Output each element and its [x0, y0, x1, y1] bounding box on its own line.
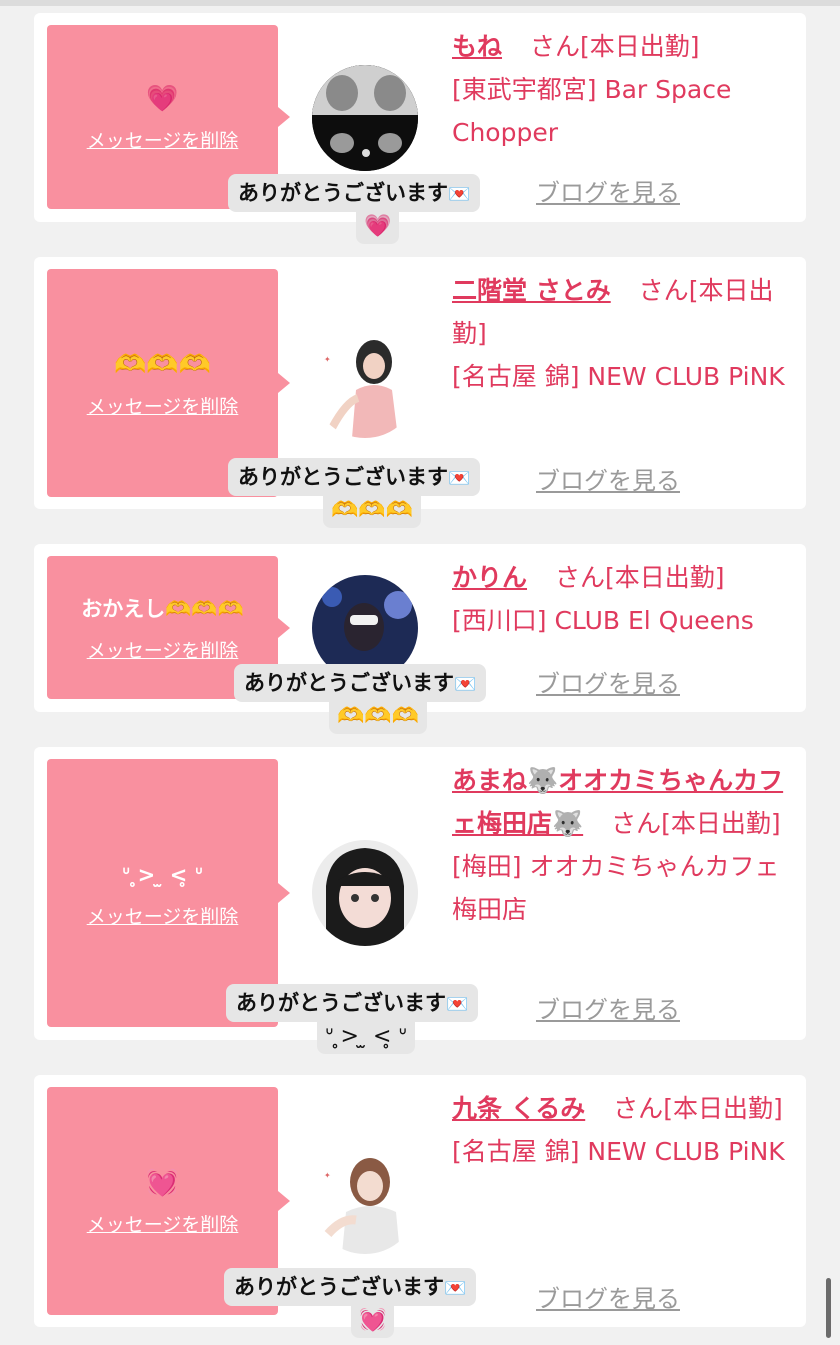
cast-info: 二階堂 さとみ さん[本日出勤] [名古屋 錦] NEW CLUB PiNK — [452, 269, 787, 398]
reply-text: ありがとうございます — [244, 671, 454, 695]
san-label: さん — [638, 276, 689, 305]
reply-emoji: 🫶🫶🫶 — [329, 700, 428, 734]
love-letter-icon: 💌 — [444, 1278, 467, 1299]
delete-message-link[interactable]: メッセージを削除 — [87, 392, 239, 419]
reply-bubble: ありがとうございます💌 — [234, 664, 487, 702]
reply-text: ありがとうございます — [238, 181, 448, 205]
scrollbar[interactable] — [826, 1278, 831, 1338]
shop-name: [西川口] CLUB El Queens — [452, 606, 754, 635]
avatar-image — [312, 840, 418, 946]
reply-emoji: 💓 — [351, 1304, 395, 1338]
san-label: さん — [613, 1094, 664, 1123]
reply-emoji: 💗 — [356, 210, 400, 244]
cast-info: あまね🐺オオカミちゃんカフェ梅田店🐺 さん[本日出勤] [梅田] オオカミちゃん… — [452, 759, 787, 931]
view-blog-link[interactable]: ブログを見る — [536, 173, 680, 208]
cast-info: 九条 くるみ さん[本日出勤] [名古屋 錦] NEW CLUB PiNK — [452, 1087, 787, 1173]
top-edge — [0, 0, 840, 6]
delete-message-link[interactable]: メッセージを削除 — [87, 636, 239, 663]
shop-name: [梅田] オオカミちゃんカフェ梅田店 — [452, 852, 780, 924]
san-label: さん — [554, 563, 605, 592]
san-label: さん — [611, 809, 662, 838]
reply-text: ありがとうございます — [238, 465, 448, 489]
cast-name-link[interactable]: 二階堂 さとみ — [452, 276, 611, 305]
view-blog-link[interactable]: ブログを見る — [536, 990, 680, 1025]
reply-text: ありがとうございます — [236, 991, 446, 1015]
work-status: [本日出勤] — [661, 809, 781, 838]
delete-message-link[interactable]: メッセージを削除 — [87, 126, 239, 153]
reply-text: ありがとうございます — [234, 1275, 444, 1299]
shop-name: [名古屋 錦] NEW CLUB PiNK — [452, 1137, 785, 1166]
view-blog-link[interactable]: ブログを見る — [536, 1279, 680, 1314]
svg-text:✦: ✦ — [324, 1171, 331, 1180]
cast-info: もね さん[本日出勤] [東武宇都宮] Bar Space Chopper — [452, 25, 787, 154]
reply-bubble: ありがとうございます💌 — [224, 1268, 477, 1306]
heart-emoji: 💗 — [146, 83, 179, 114]
avatar-image: ✦ — [312, 1148, 418, 1254]
avatar[interactable] — [312, 840, 418, 946]
view-blog-link[interactable]: ブログを見る — [536, 664, 680, 699]
reply-bubble: ありがとうございます💌 — [228, 174, 481, 212]
san-label: さん — [529, 32, 580, 61]
reply-emoji: ᐡ ̥> ̫ <̥ ᐡ — [317, 1020, 415, 1054]
kaomoji-emoji: ᐡ ̥> ̫ <̥ ᐡ — [121, 862, 203, 887]
view-blog-link[interactable]: ブログを見る — [536, 461, 680, 496]
avatar[interactable]: ✦ — [312, 1148, 418, 1254]
love-letter-icon: 💌 — [448, 184, 471, 205]
avatar[interactable]: ✦ — [312, 332, 418, 438]
cast-info: かりん さん[本日出勤] [西川口] CLUB El Queens — [452, 556, 802, 642]
reply-bubble: ありがとうございます💌 — [228, 458, 481, 496]
heart-hands-emoji: 🫶🫶🫶 — [113, 349, 212, 380]
reply-thanks-emoji: おかえし🫶🫶🫶 — [81, 597, 244, 621]
love-letter-icon: 💌 — [454, 674, 477, 695]
work-status: [本日出勤] — [663, 1094, 783, 1123]
delete-message-link[interactable]: メッセージを削除 — [87, 1210, 239, 1237]
beating-heart-emoji: 💓 — [146, 1167, 179, 1198]
avatar-image: ✦ — [312, 332, 418, 438]
shop-name: [東武宇都宮] Bar Space Chopper — [452, 75, 732, 147]
delete-message-link[interactable]: メッセージを削除 — [87, 902, 239, 929]
love-letter-icon: 💌 — [446, 994, 469, 1015]
cast-name-link[interactable]: もね — [452, 32, 502, 61]
avatar[interactable] — [312, 65, 418, 171]
avatar-image — [312, 65, 418, 171]
reply-emoji: 🫶🫶🫶 — [323, 494, 422, 528]
reply-bubble: ありがとうございます💌 — [226, 984, 479, 1022]
shop-name: [名古屋 錦] NEW CLUB PiNK — [452, 362, 785, 391]
work-status: [本日出勤] — [579, 32, 700, 61]
cast-name-link[interactable]: 九条 くるみ — [452, 1094, 585, 1123]
love-letter-icon: 💌 — [448, 468, 471, 489]
cast-name-link[interactable]: かりん — [452, 563, 527, 592]
work-status: [本日出勤] — [604, 563, 725, 592]
svg-text:✦: ✦ — [324, 355, 331, 364]
